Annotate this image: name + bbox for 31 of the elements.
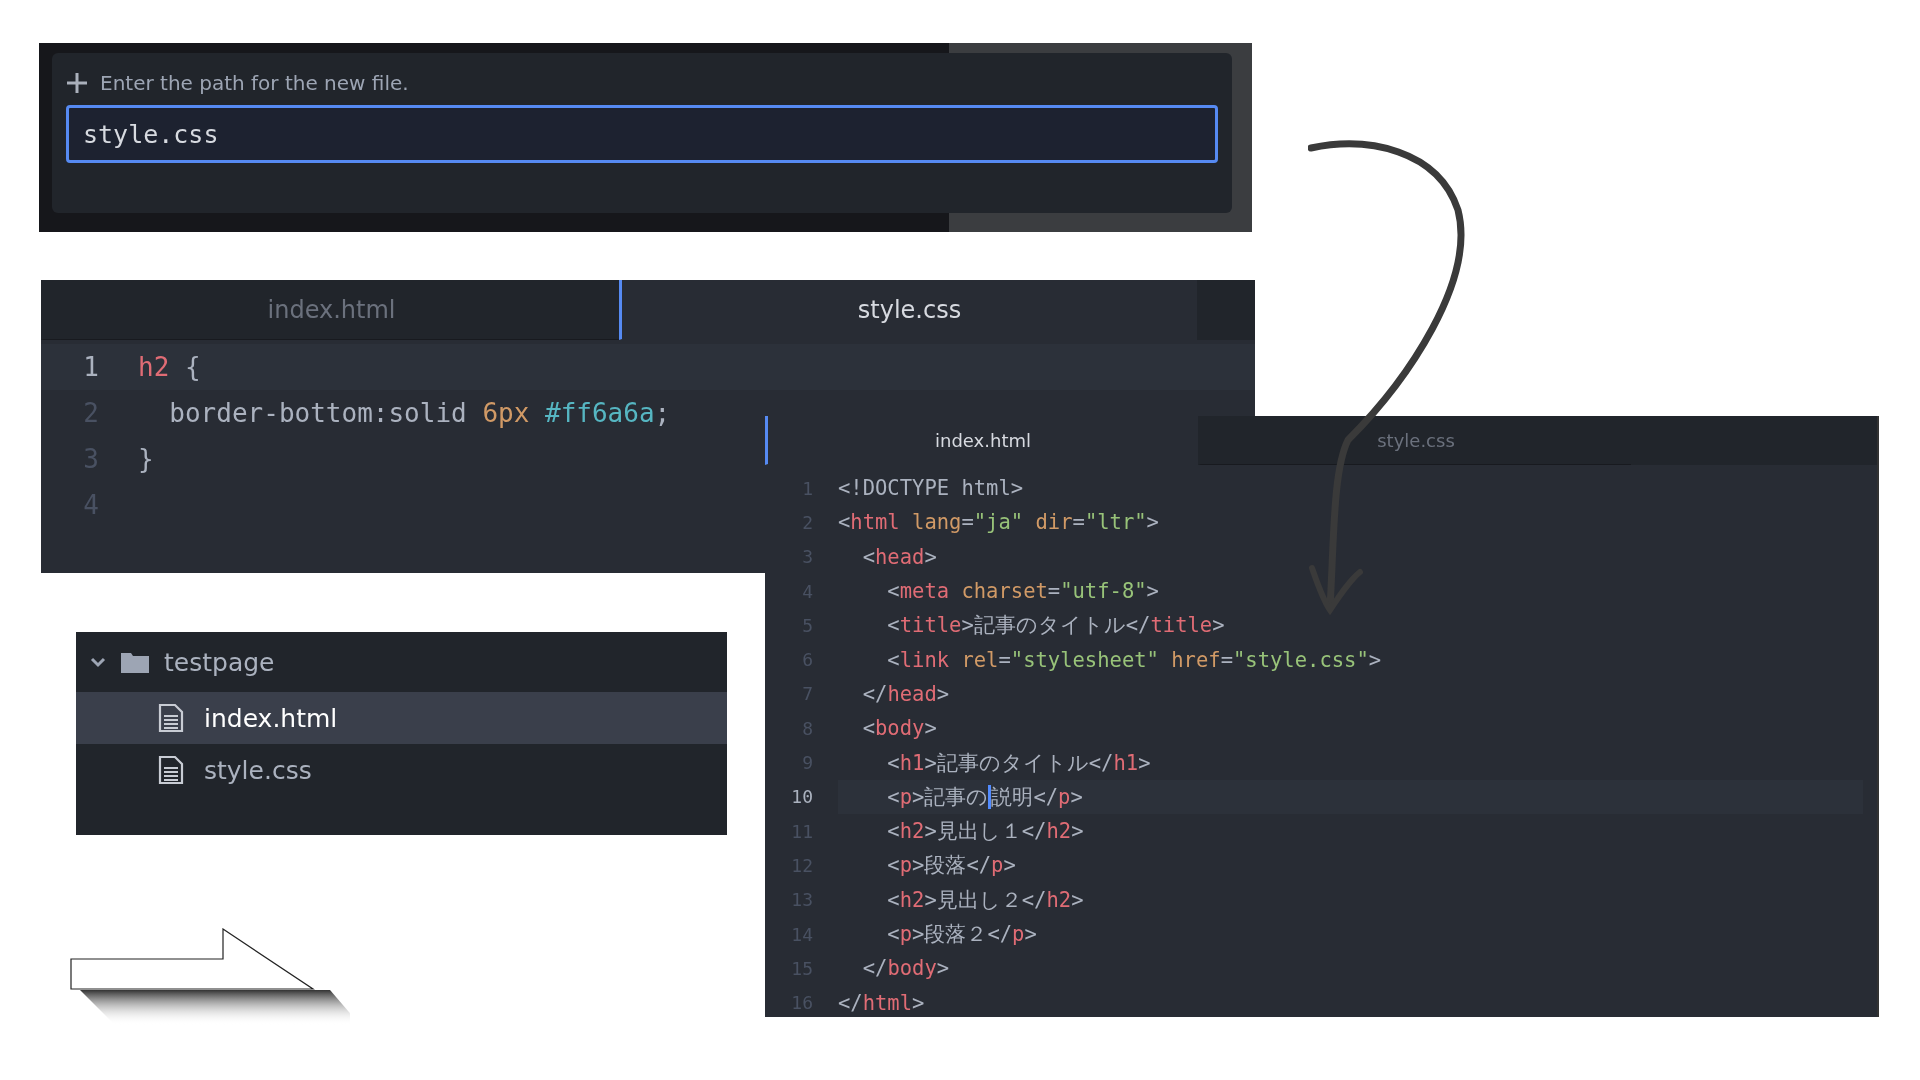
file-icon xyxy=(158,755,184,785)
code-line: <!DOCTYPE html> xyxy=(838,476,1024,501)
code-line: <h2>見出し１</h2> xyxy=(886,818,1084,846)
file-item[interactable]: index.html xyxy=(76,692,727,744)
dialog-prompt: Enter the path for the new file. xyxy=(100,71,409,95)
path-input-field[interactable]: style.css xyxy=(66,105,1218,163)
folder-icon xyxy=(120,650,150,674)
line-number: 1 xyxy=(82,352,100,382)
code-line: <meta charset="utf-8"> xyxy=(886,579,1159,604)
code-line: <html lang="ja" dir="ltr"> xyxy=(838,510,1159,535)
code-line: </html> xyxy=(838,990,925,1015)
code-line: <title>記事のタイトル</title> xyxy=(886,612,1225,640)
editor-tab[interactable]: style.css xyxy=(619,280,1197,340)
code-line: <p>段落２</p> xyxy=(886,921,1037,948)
code-line: <p>記事の 説明</p> xyxy=(886,783,1083,811)
editor-tab[interactable]: index.html xyxy=(765,416,1198,465)
code-line: border-bottom:solid 6px #ff6a6a; xyxy=(168,398,671,428)
code-line: <head> xyxy=(861,544,937,569)
code-line: </head> xyxy=(861,681,950,706)
code-line: <h1>記事のタイトル</h1> xyxy=(886,749,1151,777)
code-line: <p>段落</p> xyxy=(886,852,1016,880)
folder-item[interactable]: testpage xyxy=(76,632,727,692)
code-line: <link rel="stylesheet" href="style.css"> xyxy=(886,647,1382,672)
code-line: <h2>見出し２</h2> xyxy=(886,886,1084,914)
plus-icon xyxy=(66,72,88,94)
file-item[interactable]: style.css xyxy=(76,744,727,796)
code-line: </body> xyxy=(861,956,950,981)
code-line: h2 { xyxy=(138,352,201,382)
file-icon xyxy=(158,703,184,733)
code-line: } xyxy=(138,444,154,474)
code-line: <body> xyxy=(861,716,937,741)
